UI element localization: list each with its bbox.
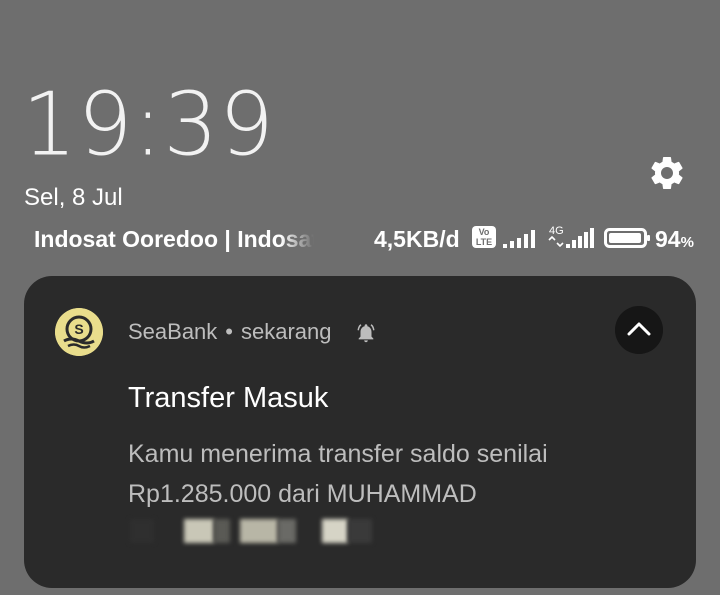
seabank-logo-icon: S: [55, 308, 103, 356]
network-speed: 4,5KB/d: [374, 226, 460, 252]
volte-label-bottom: LTE: [475, 237, 493, 247]
date: Sel, 8 Jul: [24, 184, 123, 211]
notification-title: Transfer Masuk: [128, 382, 329, 414]
gear-icon[interactable]: [647, 153, 687, 193]
volte-icon: Vo LTE: [472, 226, 496, 248]
redaction-block: [278, 519, 296, 543]
notification-header: SeaBank • sekarang: [128, 319, 332, 345]
lock-screen: 19:39 Sel, 8 Jul Indosat Ooredoo | Indos…: [0, 0, 720, 595]
redaction-block: [214, 519, 230, 543]
signal-bars-4g-icon: 4G: [548, 225, 594, 248]
header-separator: •: [225, 319, 233, 344]
network-type: 4G: [549, 225, 564, 237]
notification-time: sekarang: [241, 319, 332, 344]
redacted-text: [128, 517, 388, 547]
redaction-block: [322, 519, 348, 543]
battery-fill: [609, 233, 641, 243]
clock: 19:39: [22, 74, 275, 176]
redaction-block: [184, 519, 214, 543]
notification-body-line1: Kamu menerima transfer saldo senilai: [128, 440, 548, 468]
app-name: SeaBank: [128, 319, 218, 344]
notification-card[interactable]: S SeaBank • sekarang Transfer Masuk Kamu m…: [24, 276, 696, 588]
notification-body-line2: Rp1.285.000 dari MUHAMMAD: [128, 480, 477, 508]
signal-bars-icon: [503, 230, 535, 248]
battery-percentage: 94%: [655, 226, 694, 253]
redaction-block: [348, 519, 372, 543]
volte-label-top: Vo: [478, 227, 490, 237]
redaction-block: [240, 519, 278, 543]
carrier-name: Indosat Ooredoo | Indosat: [34, 226, 314, 252]
status-bar: Indosat Ooredoo | Indosat 4,5KB/d Vo LTE…: [0, 222, 720, 256]
svg-text:S: S: [74, 321, 83, 337]
bell-ringing-icon: [357, 324, 375, 343]
battery-level: 94: [655, 226, 681, 252]
battery-unit: %: [680, 234, 694, 251]
redaction-block: [130, 519, 154, 543]
battery-icon: [604, 228, 650, 248]
chevron-up-icon[interactable]: [615, 306, 663, 354]
notification-body: Kamu menerima transfer saldo senilai Rp1…: [128, 434, 668, 514]
